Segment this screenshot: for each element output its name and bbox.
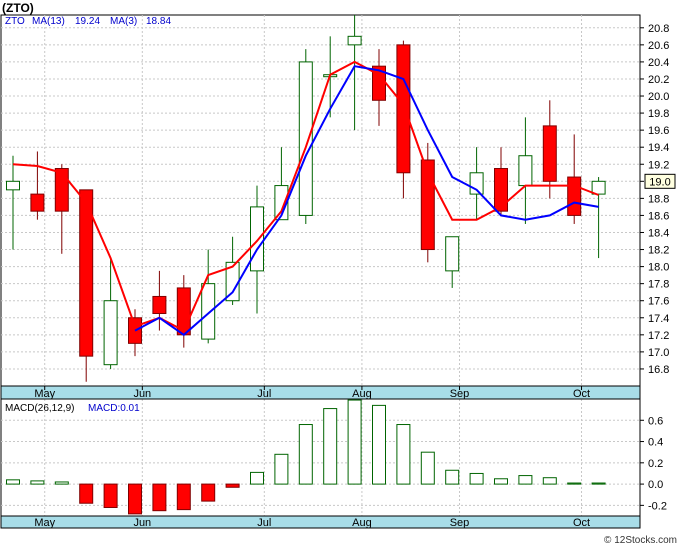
candle-down [54,168,69,212]
price-tick-label: 17.6 [648,296,669,308]
price-tick-label: 17.2 [648,330,669,342]
macd-bar-negative [225,483,240,488]
chart-container: (ZTO) 16.8 17.0 17.2 17.4 17.6 17.8 18.0 18.2 18.… [0,0,680,546]
macd-bar-negative [201,483,216,502]
price-tick-label: 17.8 [648,279,669,291]
candle-up [6,180,20,191]
x-axis-label-sep: Sep [450,388,470,400]
macd-bar-positive [396,424,411,485]
macd-bar-positive [518,475,533,485]
price-tick-label: 20.2 [648,74,669,86]
macd-x-axis-label-jun: Jun [133,517,151,529]
macd-tick-label: 0.0 [648,479,663,491]
x-axis-label-aug: Aug [352,388,372,400]
candle-down [494,168,508,212]
x-axis-label-may: May [34,388,55,400]
macd-bar-positive [591,482,606,485]
price-tick-label: 20.4 [648,57,669,69]
macd-bar-negative [128,483,142,515]
macd-legend-value: MACD:0.01 [88,403,140,414]
watermark-text: © 12Stocks.com [604,535,677,546]
macd-bar-positive [274,453,289,485]
macd-bar-positive [469,472,484,485]
macd-bar-positive [420,451,435,485]
candle-down [396,44,411,174]
macd-bar-positive [6,479,20,485]
price-tick-label: 17.0 [648,347,669,359]
candle-up [298,61,313,216]
macd-bar-positive [54,481,69,485]
macd-x-axis-band [0,515,641,529]
macd-bar-negative [176,483,191,511]
legend-ma-long-label: MA(13) [32,16,65,27]
legend-ma-short-label: MA(3) [110,16,137,27]
macd-bar-positive [298,424,313,485]
macd-x-axis-label-oct: Oct [573,517,590,529]
price-tick-label: 19.6 [648,125,669,137]
macd-x-axis-label-aug: Aug [352,517,372,529]
price-tick-label: 20.6 [648,40,669,52]
macd-x-axis-label-may: May [34,517,55,529]
candle-up [347,35,362,46]
macd-bar-positive [445,469,460,485]
macd-tick-label: -0.2 [648,500,667,512]
price-tick-label: 17.4 [648,313,669,325]
x-axis-label-jun: Jun [133,388,151,400]
candle-down [567,176,582,216]
macd-bar-negative [103,483,118,508]
chart-symbol: (ZTO) [2,1,34,15]
macd-x-axis-label-jul: Jul [257,517,271,529]
macd-bar-negative [79,483,94,504]
macd-bar-positive [323,408,338,485]
candle-down [542,125,557,182]
macd-bar-positive [494,478,508,485]
candle-up [250,206,264,272]
macd-legend-label: MACD(26,12,9) [5,403,74,414]
candle-down [152,295,167,315]
x-axis-label-oct: Oct [573,388,590,400]
price-panel [0,14,641,387]
macd-tick-label: 0.2 [648,458,663,470]
price-tick-label: 18.0 [648,262,669,274]
candle-up [518,155,533,187]
macd-bar-negative [152,483,167,512]
price-tick-label: 19.2 [648,159,669,171]
price-x-axis-band [0,385,641,400]
price-tick-label: 18.6 [648,210,669,222]
stock-chart: (ZTO) 16.8 17.0 17.2 17.4 17.6 17.8 18.0 18.2 18.… [0,1,677,546]
x-axis-label-jul: Jul [257,388,271,400]
price-tick-label: 18.4 [648,227,669,239]
legend-ma-short-value: 18.84 [146,16,171,27]
macd-panel [0,398,641,517]
macd-bar-positive [567,482,582,485]
last-price-label: 19.0 [649,176,670,188]
macd-x-axis-label-sep: Sep [450,517,470,529]
legend-ma-long-value: 19.24 [75,16,100,27]
macd-bar-positive [347,399,362,485]
candle-up [445,236,460,272]
price-tick-label: 18.2 [648,245,669,257]
macd-bar-positive [250,471,264,485]
price-tick-label: 19.8 [648,108,669,120]
price-tick-label: 16.8 [648,364,669,376]
price-tick-label: 20.0 [648,91,669,103]
macd-tick-label: 0.6 [648,415,663,427]
macd-bar-positive [30,480,45,485]
macd-bar-positive [542,477,557,485]
candle-down [30,193,45,212]
price-tick-label: 18.8 [648,193,669,205]
macd-bar-positive [372,404,386,485]
candle-up [201,283,216,340]
macd-tick-label: 0.4 [648,437,663,449]
price-tick-label: 19.4 [648,142,669,154]
price-tick-label: 20.8 [648,23,669,35]
legend-ticker: ZTO [5,16,25,27]
candle-up [103,300,118,366]
